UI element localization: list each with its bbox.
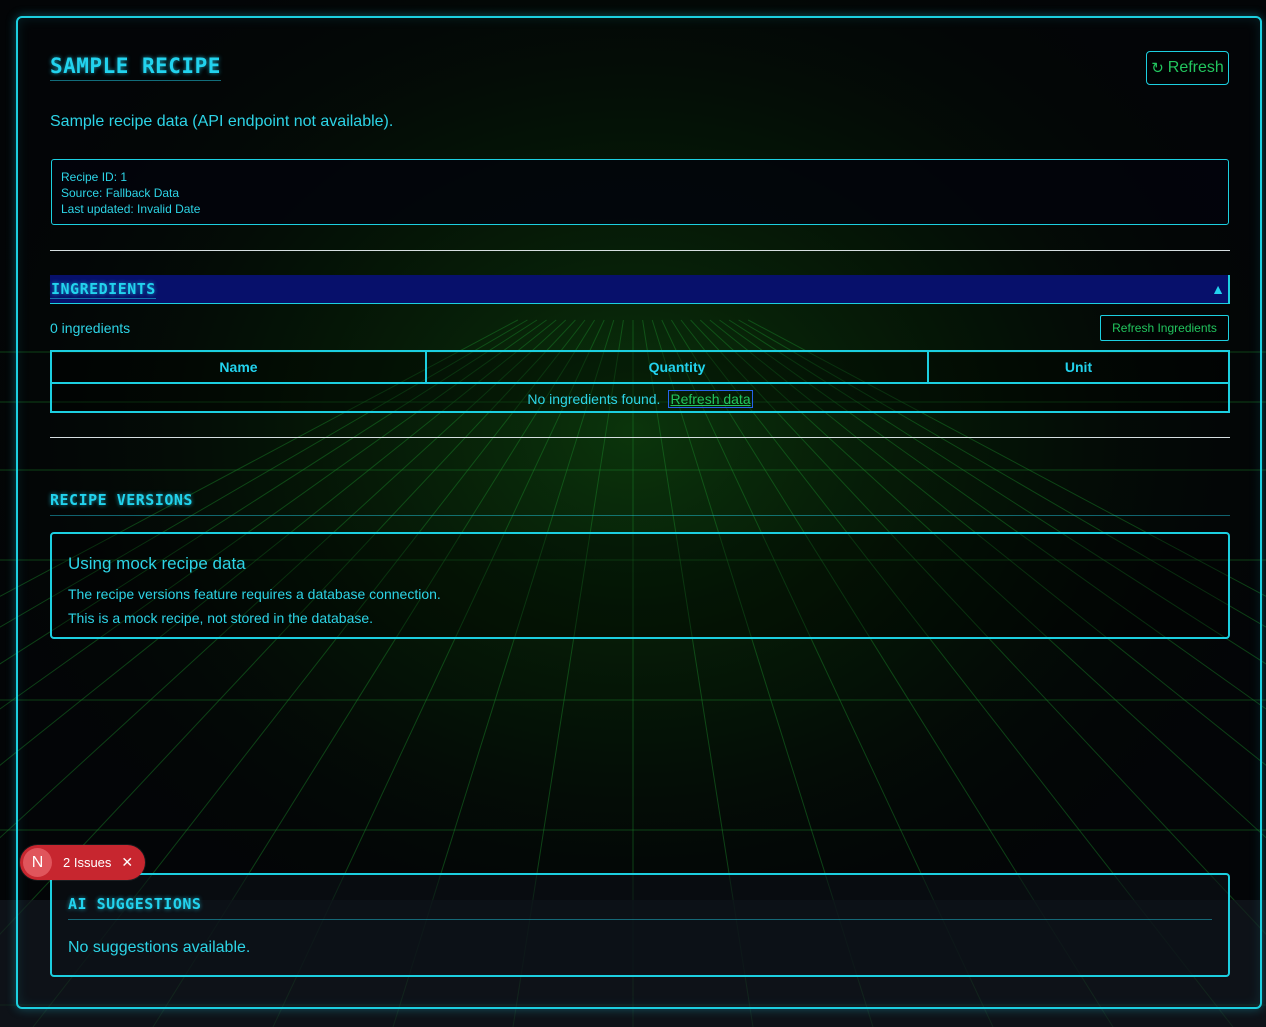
- ingredient-count: 0 ingredients: [50, 320, 131, 336]
- notice-heading: Using mock recipe data: [68, 554, 246, 573]
- ingredients-table: Name Quantity Unit No ingredients found.…: [50, 350, 1230, 413]
- column-header-quantity[interactable]: Quantity: [427, 352, 929, 382]
- issues-badge[interactable]: N 2 Issues ✕: [20, 845, 145, 880]
- caret-up-icon: ▲: [1211, 281, 1225, 297]
- recipe-versions-notice: Using mock recipe data The recipe versio…: [50, 532, 1230, 639]
- nextjs-logo-icon[interactable]: N: [23, 848, 52, 877]
- close-icon[interactable]: ✕: [121, 854, 133, 871]
- ingredients-title: INGREDIENTS: [50, 279, 156, 299]
- recipe-meta-box: Recipe ID: 1 Source: Fallback Data Last …: [51, 159, 1229, 225]
- notice-line-2: This is a mock recipe, not stored in the…: [68, 610, 374, 626]
- table-empty-row: No ingredients found. Refresh data: [52, 384, 1228, 413]
- refresh-data-link[interactable]: Refresh data: [668, 389, 753, 408]
- section-rule: [50, 515, 1230, 516]
- refresh-button[interactable]: ↻ Refresh: [1146, 51, 1229, 85]
- empty-message: No ingredients found.: [527, 390, 661, 407]
- status-message: Sample recipe data (API endpoint not ava…: [50, 113, 394, 130]
- recipe-versions-title: RECIPE VERSIONS: [50, 491, 193, 509]
- section-rule: [68, 919, 1212, 920]
- column-header-unit[interactable]: Unit: [929, 352, 1228, 382]
- table-header-row: Name Quantity Unit: [52, 352, 1228, 384]
- issues-count-label[interactable]: 2 Issues: [63, 855, 111, 870]
- refresh-ingredients-button[interactable]: Refresh Ingredients: [1100, 315, 1229, 341]
- notice-line-1: The recipe versions feature requires a d…: [68, 586, 441, 602]
- ai-suggestions-empty: No suggestions available.: [68, 939, 251, 956]
- column-header-name[interactable]: Name: [52, 352, 427, 382]
- ai-suggestions-panel: AI SUGGESTIONS No suggestions available.: [50, 873, 1230, 977]
- ingredients-section-toggle[interactable]: INGREDIENTS ▲: [50, 275, 1230, 304]
- page-title: SAMPLE RECIPE: [50, 54, 221, 81]
- divider: [50, 437, 1230, 438]
- recipe-id: Recipe ID: 1: [61, 170, 128, 184]
- divider: [50, 250, 1230, 251]
- refresh-icon: ↻: [1151, 60, 1164, 77]
- recipe-source: Source: Fallback Data: [61, 186, 180, 200]
- refresh-button-label: Refresh: [1167, 59, 1224, 76]
- recipe-last-updated: Last updated: Invalid Date: [61, 202, 201, 216]
- ai-suggestions-title: AI SUGGESTIONS: [68, 895, 202, 913]
